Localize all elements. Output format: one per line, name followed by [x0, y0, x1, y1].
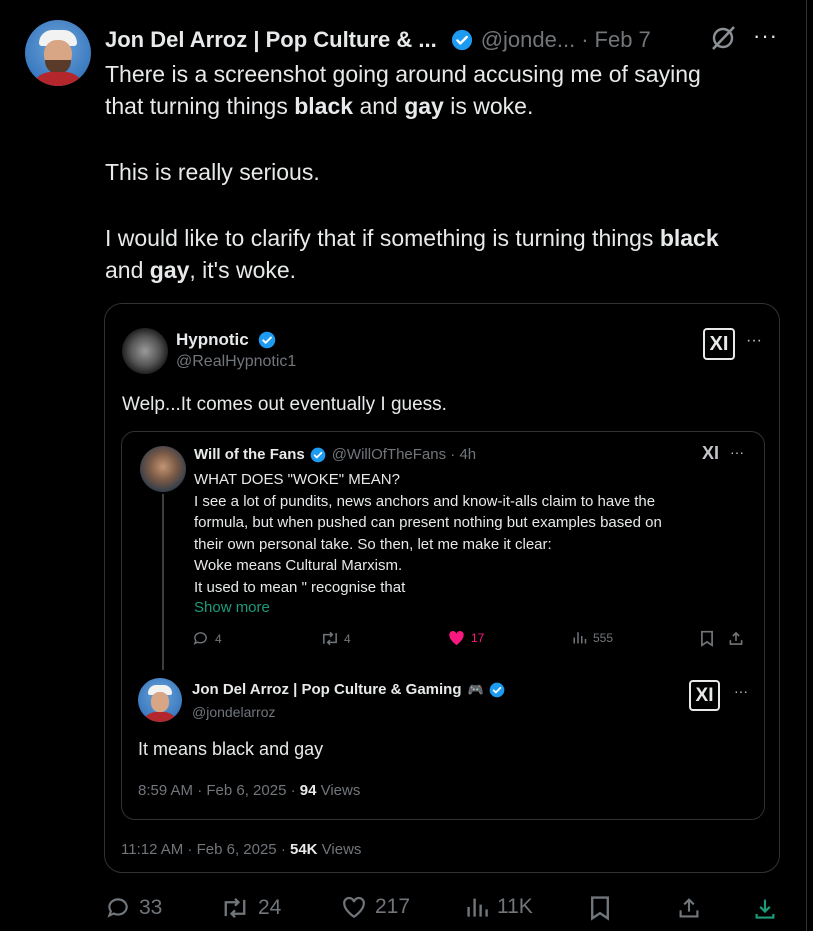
reply-icon [107, 898, 128, 918]
share-button[interactable] [677, 895, 701, 921]
heart-icon [343, 896, 365, 919]
grok-icon: XI [702, 443, 720, 463]
reply-count: 4 [215, 631, 222, 646]
nested-author-name: Will of the Fans [194, 446, 305, 463]
reply-icon [193, 632, 207, 645]
repost-stat: 4 [320, 630, 351, 647]
repost-icon [323, 631, 337, 646]
share-icon [679, 898, 699, 918]
reply-count: 33 [139, 896, 163, 919]
more-options-icon: ··· [730, 444, 744, 460]
views-icon [467, 898, 488, 917]
views-icon [573, 632, 587, 644]
nested-quote-card: Will of the Fans @WillOfTheFans · 4h XI … [121, 431, 765, 820]
quote-author-handle: @RealHypnotic1 [176, 353, 297, 370]
download-icon [755, 899, 775, 919]
views-count: 11K [497, 895, 533, 918]
download-button[interactable] [753, 895, 777, 921]
author-avatar[interactable] [25, 20, 91, 86]
verified-badge-icon [310, 447, 326, 462]
thread-line [162, 494, 164, 670]
verified-badge-icon [258, 331, 276, 349]
like-count: 217 [375, 895, 411, 918]
like-count: 17 [471, 631, 485, 645]
repost-count: 4 [344, 631, 351, 646]
author-handle[interactable]: @jonde... [481, 27, 576, 53]
share-icon [728, 630, 744, 647]
views-count: 555 [593, 630, 614, 645]
reply-author-name: Jon Del Arroz | Pop Culture & Gaming [192, 681, 462, 698]
heart-icon [449, 630, 464, 646]
reply-author-handle: @jondelarroz [192, 704, 276, 720]
quote-meta: 11:12 AM · Feb 6, 2025 · 54K Views [121, 841, 362, 858]
reply-author-header: Jon Del Arroz | Pop Culture & Gaming 🎮 [192, 681, 505, 698]
reply-button[interactable]: 33 [105, 895, 162, 921]
verified-badge-icon [489, 682, 505, 697]
grok-icon: XI [689, 680, 720, 711]
like-stat: 17 [448, 630, 484, 646]
show-more-link: Show more [194, 599, 270, 616]
nested-author-handle: @WillOfTheFans · 4h [331, 446, 477, 463]
tweet-action-bar: 33 24 217 11K [105, 895, 795, 925]
nested-tweet-text: WHAT DOES "WOKE" MEAN? I see a lot of pu… [194, 471, 662, 596]
reply-text: It means black and gay [138, 739, 324, 759]
like-button[interactable]: 217 [341, 895, 410, 919]
grok-icon: XI [703, 328, 735, 360]
author-name[interactable]: Jon Del Arroz | Pop Culture & ... [105, 27, 437, 53]
reply-meta: 8:59 AM · Feb 6, 2025 · 94 Views [138, 782, 361, 799]
repost-count: 24 [258, 896, 282, 919]
repost-button[interactable]: 24 [220, 895, 281, 921]
nested-stats-bar: 4 4 17 555 [192, 630, 752, 654]
quote-text: Welp...It comes out eventually I guess. [122, 394, 447, 415]
tweet-date[interactable]: Feb 7 [595, 27, 651, 53]
gamepad-emoji: 🎮 [467, 681, 484, 697]
views-button[interactable]: 11K [465, 895, 533, 919]
more-options-icon: ··· [734, 683, 748, 699]
bookmark-button[interactable] [589, 895, 611, 921]
hypnotic-avatar [122, 328, 168, 374]
repost-icon [224, 897, 246, 919]
will-of-the-fans-avatar [140, 446, 186, 492]
quoted-screenshot-card[interactable]: Hypnotic @RealHypnotic1 XI ··· Welp...It… [104, 303, 780, 873]
reply-stat: 4 [192, 630, 222, 647]
bookmark-icon [591, 896, 609, 921]
tweet-header: Jon Del Arroz | Pop Culture & ... @jonde… [105, 25, 651, 55]
separator-dot: · [581, 27, 589, 52]
timeline-border [806, 0, 807, 931]
reply-author-avatar [138, 678, 182, 722]
bookmark-icon [700, 630, 714, 647]
nested-header: Will of the Fans @WillOfTheFans · 4h [194, 446, 476, 463]
grok-icon[interactable] [709, 24, 737, 52]
tweet-text: There is a screenshot going around accus… [105, 61, 719, 283]
verified-badge-icon [451, 29, 472, 51]
quote-author-name: Hypnotic [176, 330, 249, 349]
more-options-icon: ··· [746, 332, 762, 349]
views-stat: 555 [572, 630, 613, 645]
more-options-button[interactable]: ··· [753, 23, 778, 49]
